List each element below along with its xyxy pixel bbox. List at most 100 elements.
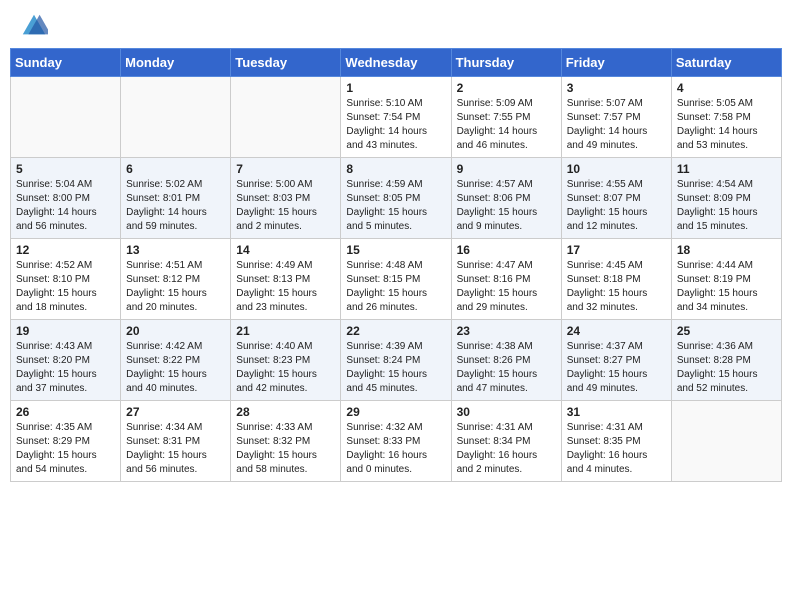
day-info: Sunrise: 4:31 AMSunset: 8:34 PMDaylight:… xyxy=(457,421,556,477)
day-info: Sunrise: 4:33 AMSunset: 8:32 PMDaylight:… xyxy=(236,421,335,477)
calendar-cell: 11 Sunrise: 4:54 AMSunset: 8:09 PMDayligh… xyxy=(671,158,781,239)
calendar-cell: 21 Sunrise: 4:40 AMSunset: 8:23 PMDayligh… xyxy=(231,320,341,401)
calendar-cell: 8 Sunrise: 4:59 AMSunset: 8:05 PMDaylight… xyxy=(341,158,451,239)
day-number: 12 xyxy=(16,243,115,257)
day-info: Sunrise: 4:49 AMSunset: 8:13 PMDaylight:… xyxy=(236,259,335,315)
logo-icon xyxy=(20,12,48,40)
day-number: 31 xyxy=(567,405,666,419)
day-number: 21 xyxy=(236,324,335,338)
day-info: Sunrise: 4:38 AMSunset: 8:26 PMDaylight:… xyxy=(457,340,556,396)
calendar-cell: 16 Sunrise: 4:47 AMSunset: 8:16 PMDayligh… xyxy=(451,239,561,320)
day-number: 1 xyxy=(346,81,445,95)
calendar-cell: 29 Sunrise: 4:32 AMSunset: 8:33 PMDayligh… xyxy=(341,401,451,482)
day-number: 22 xyxy=(346,324,445,338)
day-number: 18 xyxy=(677,243,776,257)
day-number: 27 xyxy=(126,405,225,419)
calendar-cell: 27 Sunrise: 4:34 AMSunset: 8:31 PMDayligh… xyxy=(121,401,231,482)
calendar-cell: 9 Sunrise: 4:57 AMSunset: 8:06 PMDaylight… xyxy=(451,158,561,239)
day-info: Sunrise: 4:39 AMSunset: 8:24 PMDaylight:… xyxy=(346,340,445,396)
calendar-table: SundayMondayTuesdayWednesdayThursdayFrid… xyxy=(10,48,782,482)
day-number: 30 xyxy=(457,405,556,419)
day-number: 14 xyxy=(236,243,335,257)
weekday-header: Monday xyxy=(121,49,231,77)
calendar-cell: 7Sunrise: 5:00 AMSunset: 8:03 PMDaylight… xyxy=(231,158,341,239)
calendar-cell: 4 Sunrise: 5:05 AMSunset: 7:58 PMDaylight… xyxy=(671,77,781,158)
day-info: Sunrise: 5:09 AMSunset: 7:55 PMDaylight:… xyxy=(457,97,556,153)
day-number: 9 xyxy=(457,162,556,176)
day-number: 28 xyxy=(236,405,335,419)
day-info: Sunrise: 4:37 AMSunset: 8:27 PMDaylight:… xyxy=(567,340,666,396)
day-number: 5 xyxy=(16,162,115,176)
day-info: Sunrise: 4:44 AMSunset: 8:19 PMDaylight:… xyxy=(677,259,776,315)
calendar-cell: 24 Sunrise: 4:37 AMSunset: 8:27 PMDayligh… xyxy=(561,320,671,401)
day-number: 26 xyxy=(16,405,115,419)
day-number: 10 xyxy=(567,162,666,176)
calendar-cell: 22 Sunrise: 4:39 AMSunset: 8:24 PMDayligh… xyxy=(341,320,451,401)
day-info: Sunrise: 4:59 AMSunset: 8:05 PMDaylight:… xyxy=(346,178,445,234)
day-number: 8 xyxy=(346,162,445,176)
day-info: Sunrise: 4:34 AMSunset: 8:31 PMDaylight:… xyxy=(126,421,225,477)
day-number: 23 xyxy=(457,324,556,338)
day-info: Sunrise: 4:40 AMSunset: 8:23 PMDaylight:… xyxy=(236,340,335,396)
weekday-header: Friday xyxy=(561,49,671,77)
day-info: Sunrise: 4:51 AMSunset: 8:12 PMDaylight:… xyxy=(126,259,225,315)
day-info: Sunrise: 4:32 AMSunset: 8:33 PMDaylight:… xyxy=(346,421,445,477)
day-info: Sunrise: 5:07 AMSunset: 7:57 PMDaylight:… xyxy=(567,97,666,153)
weekday-header: Thursday xyxy=(451,49,561,77)
calendar-cell: 17Sunrise: 4:45 AMSunset: 8:18 PMDayligh… xyxy=(561,239,671,320)
day-number: 16 xyxy=(457,243,556,257)
day-number: 24 xyxy=(567,324,666,338)
calendar-cell: 31Sunrise: 4:31 AMSunset: 8:35 PMDayligh… xyxy=(561,401,671,482)
day-number: 15 xyxy=(346,243,445,257)
day-info: Sunrise: 4:54 AMSunset: 8:09 PMDaylight:… xyxy=(677,178,776,234)
calendar-cell xyxy=(121,77,231,158)
calendar-cell: 19Sunrise: 4:43 AMSunset: 8:20 PMDayligh… xyxy=(11,320,121,401)
day-info: Sunrise: 4:36 AMSunset: 8:28 PMDaylight:… xyxy=(677,340,776,396)
logo xyxy=(20,12,52,40)
calendar-header: SundayMondayTuesdayWednesdayThursdayFrid… xyxy=(11,49,782,77)
page-header xyxy=(0,0,792,48)
day-number: 13 xyxy=(126,243,225,257)
calendar-cell: 15 Sunrise: 4:48 AMSunset: 8:15 PMDayligh… xyxy=(341,239,451,320)
calendar-cell: 26 Sunrise: 4:35 AMSunset: 8:29 PMDayligh… xyxy=(11,401,121,482)
weekday-header: Tuesday xyxy=(231,49,341,77)
day-number: 25 xyxy=(677,324,776,338)
day-number: 6 xyxy=(126,162,225,176)
day-number: 4 xyxy=(677,81,776,95)
day-number: 2 xyxy=(457,81,556,95)
calendar-cell: 13 Sunrise: 4:51 AMSunset: 8:12 PMDayligh… xyxy=(121,239,231,320)
day-number: 29 xyxy=(346,405,445,419)
calendar-cell: 2 Sunrise: 5:09 AMSunset: 7:55 PMDaylight… xyxy=(451,77,561,158)
day-number: 11 xyxy=(677,162,776,176)
day-info: Sunrise: 4:48 AMSunset: 8:15 PMDaylight:… xyxy=(346,259,445,315)
day-info: Sunrise: 5:02 AMSunset: 8:01 PMDaylight:… xyxy=(126,178,225,234)
calendar-cell: 3 Sunrise: 5:07 AMSunset: 7:57 PMDaylight… xyxy=(561,77,671,158)
calendar-cell: 30 Sunrise: 4:31 AMSunset: 8:34 PMDayligh… xyxy=(451,401,561,482)
day-number: 7 xyxy=(236,162,335,176)
day-number: 3 xyxy=(567,81,666,95)
calendar-cell: 28 Sunrise: 4:33 AMSunset: 8:32 PMDayligh… xyxy=(231,401,341,482)
calendar-cell: 23 Sunrise: 4:38 AMSunset: 8:26 PMDayligh… xyxy=(451,320,561,401)
calendar-cell xyxy=(231,77,341,158)
calendar-cell: 20Sunrise: 4:42 AMSunset: 8:22 PMDayligh… xyxy=(121,320,231,401)
weekday-header: Wednesday xyxy=(341,49,451,77)
calendar-cell: 10 Sunrise: 4:55 AMSunset: 8:07 PMDayligh… xyxy=(561,158,671,239)
calendar-cell: 18 Sunrise: 4:44 AMSunset: 8:19 PMDayligh… xyxy=(671,239,781,320)
calendar-cell xyxy=(671,401,781,482)
calendar-cell: 14 Sunrise: 4:49 AMSunset: 8:13 PMDayligh… xyxy=(231,239,341,320)
day-info: Sunrise: 4:55 AMSunset: 8:07 PMDaylight:… xyxy=(567,178,666,234)
day-number: 19 xyxy=(16,324,115,338)
day-info: Sunrise: 5:04 AMSunset: 8:00 PMDaylight:… xyxy=(16,178,115,234)
day-number: 20 xyxy=(126,324,225,338)
calendar-cell: 5 Sunrise: 5:04 AMSunset: 8:00 PMDaylight… xyxy=(11,158,121,239)
calendar-cell: 6 Sunrise: 5:02 AMSunset: 8:01 PMDaylight… xyxy=(121,158,231,239)
calendar-cell: 12 Sunrise: 4:52 AMSunset: 8:10 PMDayligh… xyxy=(11,239,121,320)
day-info: Sunrise: 4:45 AMSunset: 8:18 PMDaylight:… xyxy=(567,259,666,315)
day-info: Sunrise: 4:57 AMSunset: 8:06 PMDaylight:… xyxy=(457,178,556,234)
day-info: Sunrise: 4:35 AMSunset: 8:29 PMDaylight:… xyxy=(16,421,115,477)
day-info: Sunrise: 5:10 AMSunset: 7:54 PMDaylight:… xyxy=(346,97,445,153)
day-info: Sunrise: 5:05 AMSunset: 7:58 PMDaylight:… xyxy=(677,97,776,153)
day-info: Sunrise: 4:47 AMSunset: 8:16 PMDaylight:… xyxy=(457,259,556,315)
day-info: Sunrise: 4:52 AMSunset: 8:10 PMDaylight:… xyxy=(16,259,115,315)
calendar-wrapper: SundayMondayTuesdayWednesdayThursdayFrid… xyxy=(0,48,792,492)
